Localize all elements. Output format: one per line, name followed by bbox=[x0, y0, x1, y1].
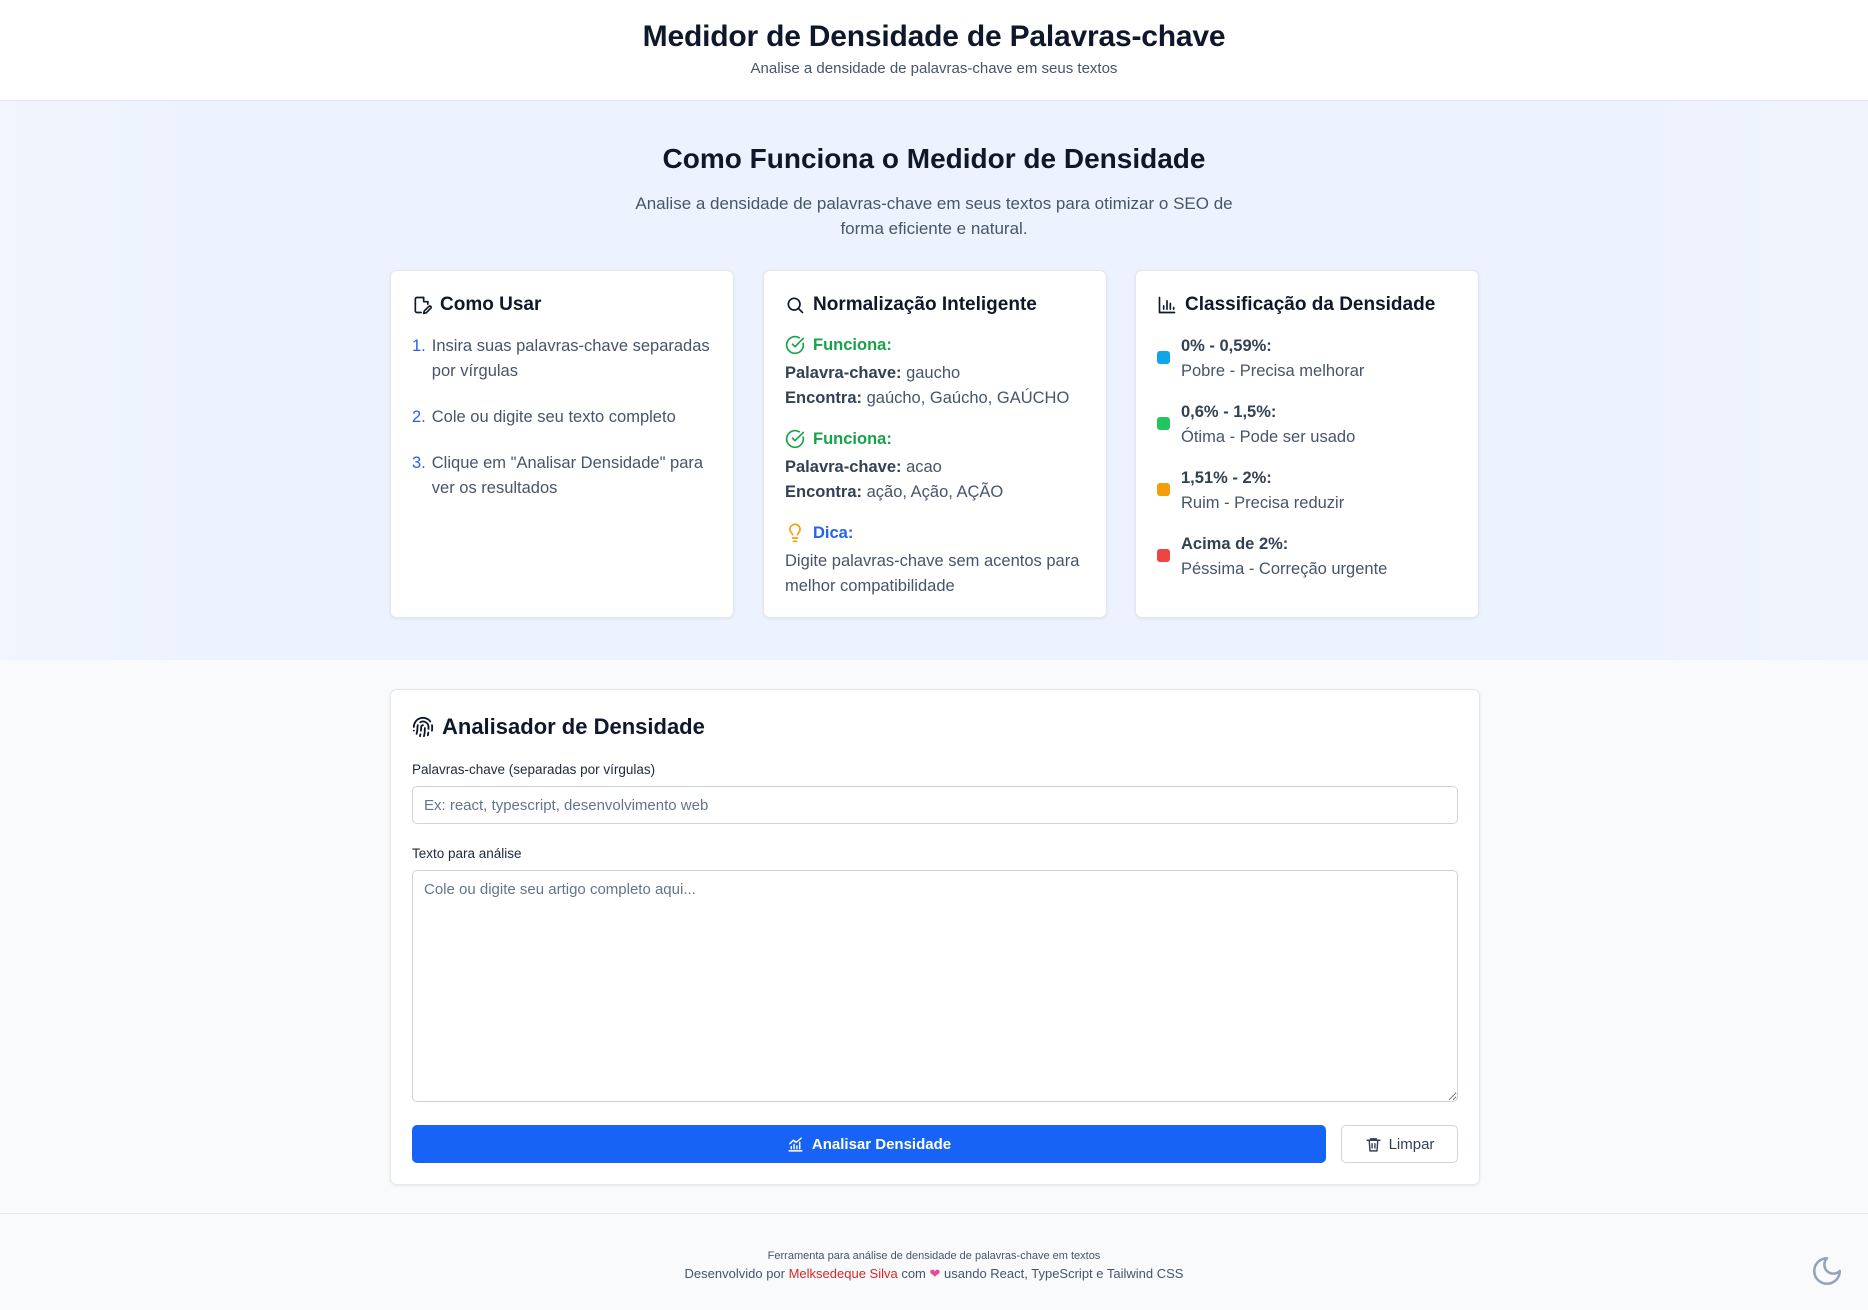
status-text: Funciona: bbox=[813, 429, 892, 448]
lightbulb-icon bbox=[789, 523, 801, 543]
found-line: Encontra: ação, Ação, AÇÃO bbox=[785, 480, 1085, 505]
status-color-swatch bbox=[1157, 483, 1170, 496]
range-label: Pobre - Precisa melhorar bbox=[1181, 362, 1365, 380]
step-number: 3. bbox=[412, 454, 426, 472]
range-text: 1,51% - 2%: bbox=[1181, 469, 1272, 487]
theme-toggle-button[interactable] bbox=[1810, 1254, 1844, 1288]
classification-title: Classificação da Densidade bbox=[1157, 293, 1457, 317]
clear-button[interactable]: Limpar bbox=[1341, 1125, 1458, 1163]
page-subtitle: Analise a densidade de palavras-chave em… bbox=[750, 60, 1118, 77]
analyzer-title-text: Analisador de Densidade bbox=[442, 714, 705, 739]
status-color-swatch bbox=[1157, 417, 1170, 430]
credits-with: com bbox=[897, 1266, 930, 1281]
step-text: Insira suas palavras-chave separadas por… bbox=[431, 337, 710, 380]
text-input[interactable] bbox=[412, 870, 1458, 1102]
tip-block: Dica: Digite palavras-chave sem acentos … bbox=[785, 521, 1085, 599]
tip-label: Dica: bbox=[813, 523, 854, 542]
keyword-label: Palavra-chave: bbox=[785, 364, 902, 382]
keyword-line: Palavra-chave: acao bbox=[785, 455, 1085, 480]
range-label: Ótima - Pode ser usado bbox=[1181, 428, 1356, 446]
card-title-text: Como Usar bbox=[440, 294, 542, 315]
classification-item: 1,51% - 2%: Ruim - Precisa reduzir bbox=[1157, 466, 1457, 516]
tip-text: Digite palavras-chave sem acentos para m… bbox=[785, 552, 1080, 595]
keyword-line: Palavra-chave: gaucho bbox=[785, 361, 1085, 386]
step-number: 2. bbox=[412, 408, 426, 426]
analyze-button-label: Analisar Densidade bbox=[811, 1135, 952, 1153]
range-text: 0,6% - 1,5%: bbox=[1181, 403, 1277, 421]
step-item: 2. Cole ou digite seu texto completo bbox=[412, 405, 712, 430]
step-number: 1. bbox=[412, 337, 426, 355]
range-label: Ruim - Precisa reduzir bbox=[1181, 494, 1345, 512]
keywords-label: Palavras-chave (separadas por vírgulas) bbox=[412, 762, 656, 777]
bar-chart-icon bbox=[1158, 296, 1176, 314]
found-label: Encontra: bbox=[785, 483, 863, 501]
card-title-text: Normalização Inteligente bbox=[813, 294, 1037, 315]
how-it-works-section: Como Funciona o Medidor de Densidade Ana… bbox=[0, 101, 1868, 660]
example-status: Funciona: bbox=[785, 427, 1085, 451]
classification-list: 0% - 0,59%: Pobre - Precisa melhorar 0,6… bbox=[1157, 334, 1457, 582]
page-header: Medidor de Densidade de Palavras-chave A… bbox=[0, 0, 1868, 101]
step-item: 3. Clique em "Analisar Densidade" para v… bbox=[412, 451, 712, 501]
search-icon bbox=[787, 297, 804, 314]
classification-item: 0,6% - 1,5%: Ótima - Pode ser usado bbox=[1157, 400, 1457, 450]
keywords-input[interactable] bbox=[412, 786, 1458, 824]
footer-description: Ferramenta para análise de densidade de … bbox=[767, 1250, 1101, 1262]
step-text: Clique em "Analisar Densidade" para ver … bbox=[431, 454, 704, 497]
normalization-title: Normalização Inteligente bbox=[785, 293, 1085, 317]
card-title-text: Classificação da Densidade bbox=[1185, 294, 1436, 315]
status-text: Funciona: bbox=[813, 335, 892, 354]
classification-item: Acima de 2%: Péssima - Correção urgente bbox=[1157, 532, 1457, 582]
credits-prefix: Desenvolvido por bbox=[684, 1266, 789, 1281]
range-text: Acima de 2%: bbox=[1181, 535, 1289, 553]
fingerprint-icon bbox=[412, 716, 434, 738]
status-color-swatch bbox=[1157, 549, 1170, 562]
range-text: 0% - 0,59%: bbox=[1181, 337, 1272, 355]
section-description: Analise a densidade de palavras-chave em… bbox=[635, 194, 1233, 238]
range-label: Péssima - Correção urgente bbox=[1181, 560, 1388, 578]
text-label: Texto para análise bbox=[412, 846, 522, 861]
trending-chart-icon bbox=[788, 1136, 803, 1152]
credits-suffix: usando React, TypeScript e Tailwind CSS bbox=[940, 1266, 1184, 1281]
keyword-value: gaucho bbox=[901, 364, 961, 382]
heart-icon: ❤ bbox=[929, 1266, 941, 1281]
normalization-example: Funciona: Palavra-chave: gaucho Encontra… bbox=[785, 333, 1085, 411]
how-to-use-card: Como Usar 1. Insira suas palavras-chave … bbox=[390, 270, 734, 618]
found-value: ação, Ação, AÇÃO bbox=[862, 483, 1004, 501]
step-text: Cole ou digite seu texto completo bbox=[431, 408, 676, 426]
analyze-button[interactable]: Analisar Densidade bbox=[412, 1125, 1326, 1163]
status-color-swatch bbox=[1157, 351, 1170, 364]
edit-icon bbox=[414, 296, 432, 315]
classification-card: Classificação da Densidade 0% - 0,59%: P… bbox=[1135, 270, 1479, 618]
footer-credits: Desenvolvido por Melksedeque Silva com ❤… bbox=[0, 1266, 1868, 1282]
keyword-label: Palavra-chave: bbox=[785, 458, 902, 476]
author-link[interactable]: Melksedeque Silva bbox=[789, 1266, 898, 1281]
found-label: Encontra: bbox=[785, 389, 863, 407]
step-item: 1. Insira suas palavras-chave separadas … bbox=[412, 334, 712, 384]
steps-list: 1. Insira suas palavras-chave separadas … bbox=[412, 334, 712, 501]
classification-item: 0% - 0,59%: Pobre - Precisa melhorar bbox=[1157, 334, 1457, 384]
trash-icon bbox=[1365, 1137, 1381, 1152]
how-to-use-title: Como Usar bbox=[412, 293, 712, 317]
found-value: gaúcho, Gaúcho, GAÚCHO bbox=[862, 389, 1070, 407]
section-title: Como Funciona o Medidor de Densidade bbox=[662, 143, 1206, 174]
check-circle-icon bbox=[785, 335, 805, 355]
density-analyzer-card: Analisador de Densidade Palavras-chave (… bbox=[390, 689, 1480, 1185]
clear-button-label: Limpar bbox=[1388, 1135, 1435, 1153]
page-title: Medidor de Densidade de Palavras-chave bbox=[642, 20, 1226, 53]
normalization-example: Funciona: Palavra-chave: acao Encontra: … bbox=[785, 427, 1085, 505]
example-status: Funciona: bbox=[785, 333, 1085, 357]
keyword-value: acao bbox=[901, 458, 942, 476]
normalization-card: Normalização Inteligente Funciona: Palav… bbox=[763, 270, 1107, 618]
found-line: Encontra: gaúcho, Gaúcho, GAÚCHO bbox=[785, 386, 1085, 411]
tip-heading: Dica: bbox=[785, 521, 1085, 545]
moon-icon bbox=[1812, 1256, 1842, 1286]
page-footer: Ferramenta para análise de densidade de … bbox=[0, 1213, 1868, 1310]
check-circle-icon bbox=[785, 429, 805, 449]
analyzer-title: Analisador de Densidade bbox=[412, 714, 705, 740]
